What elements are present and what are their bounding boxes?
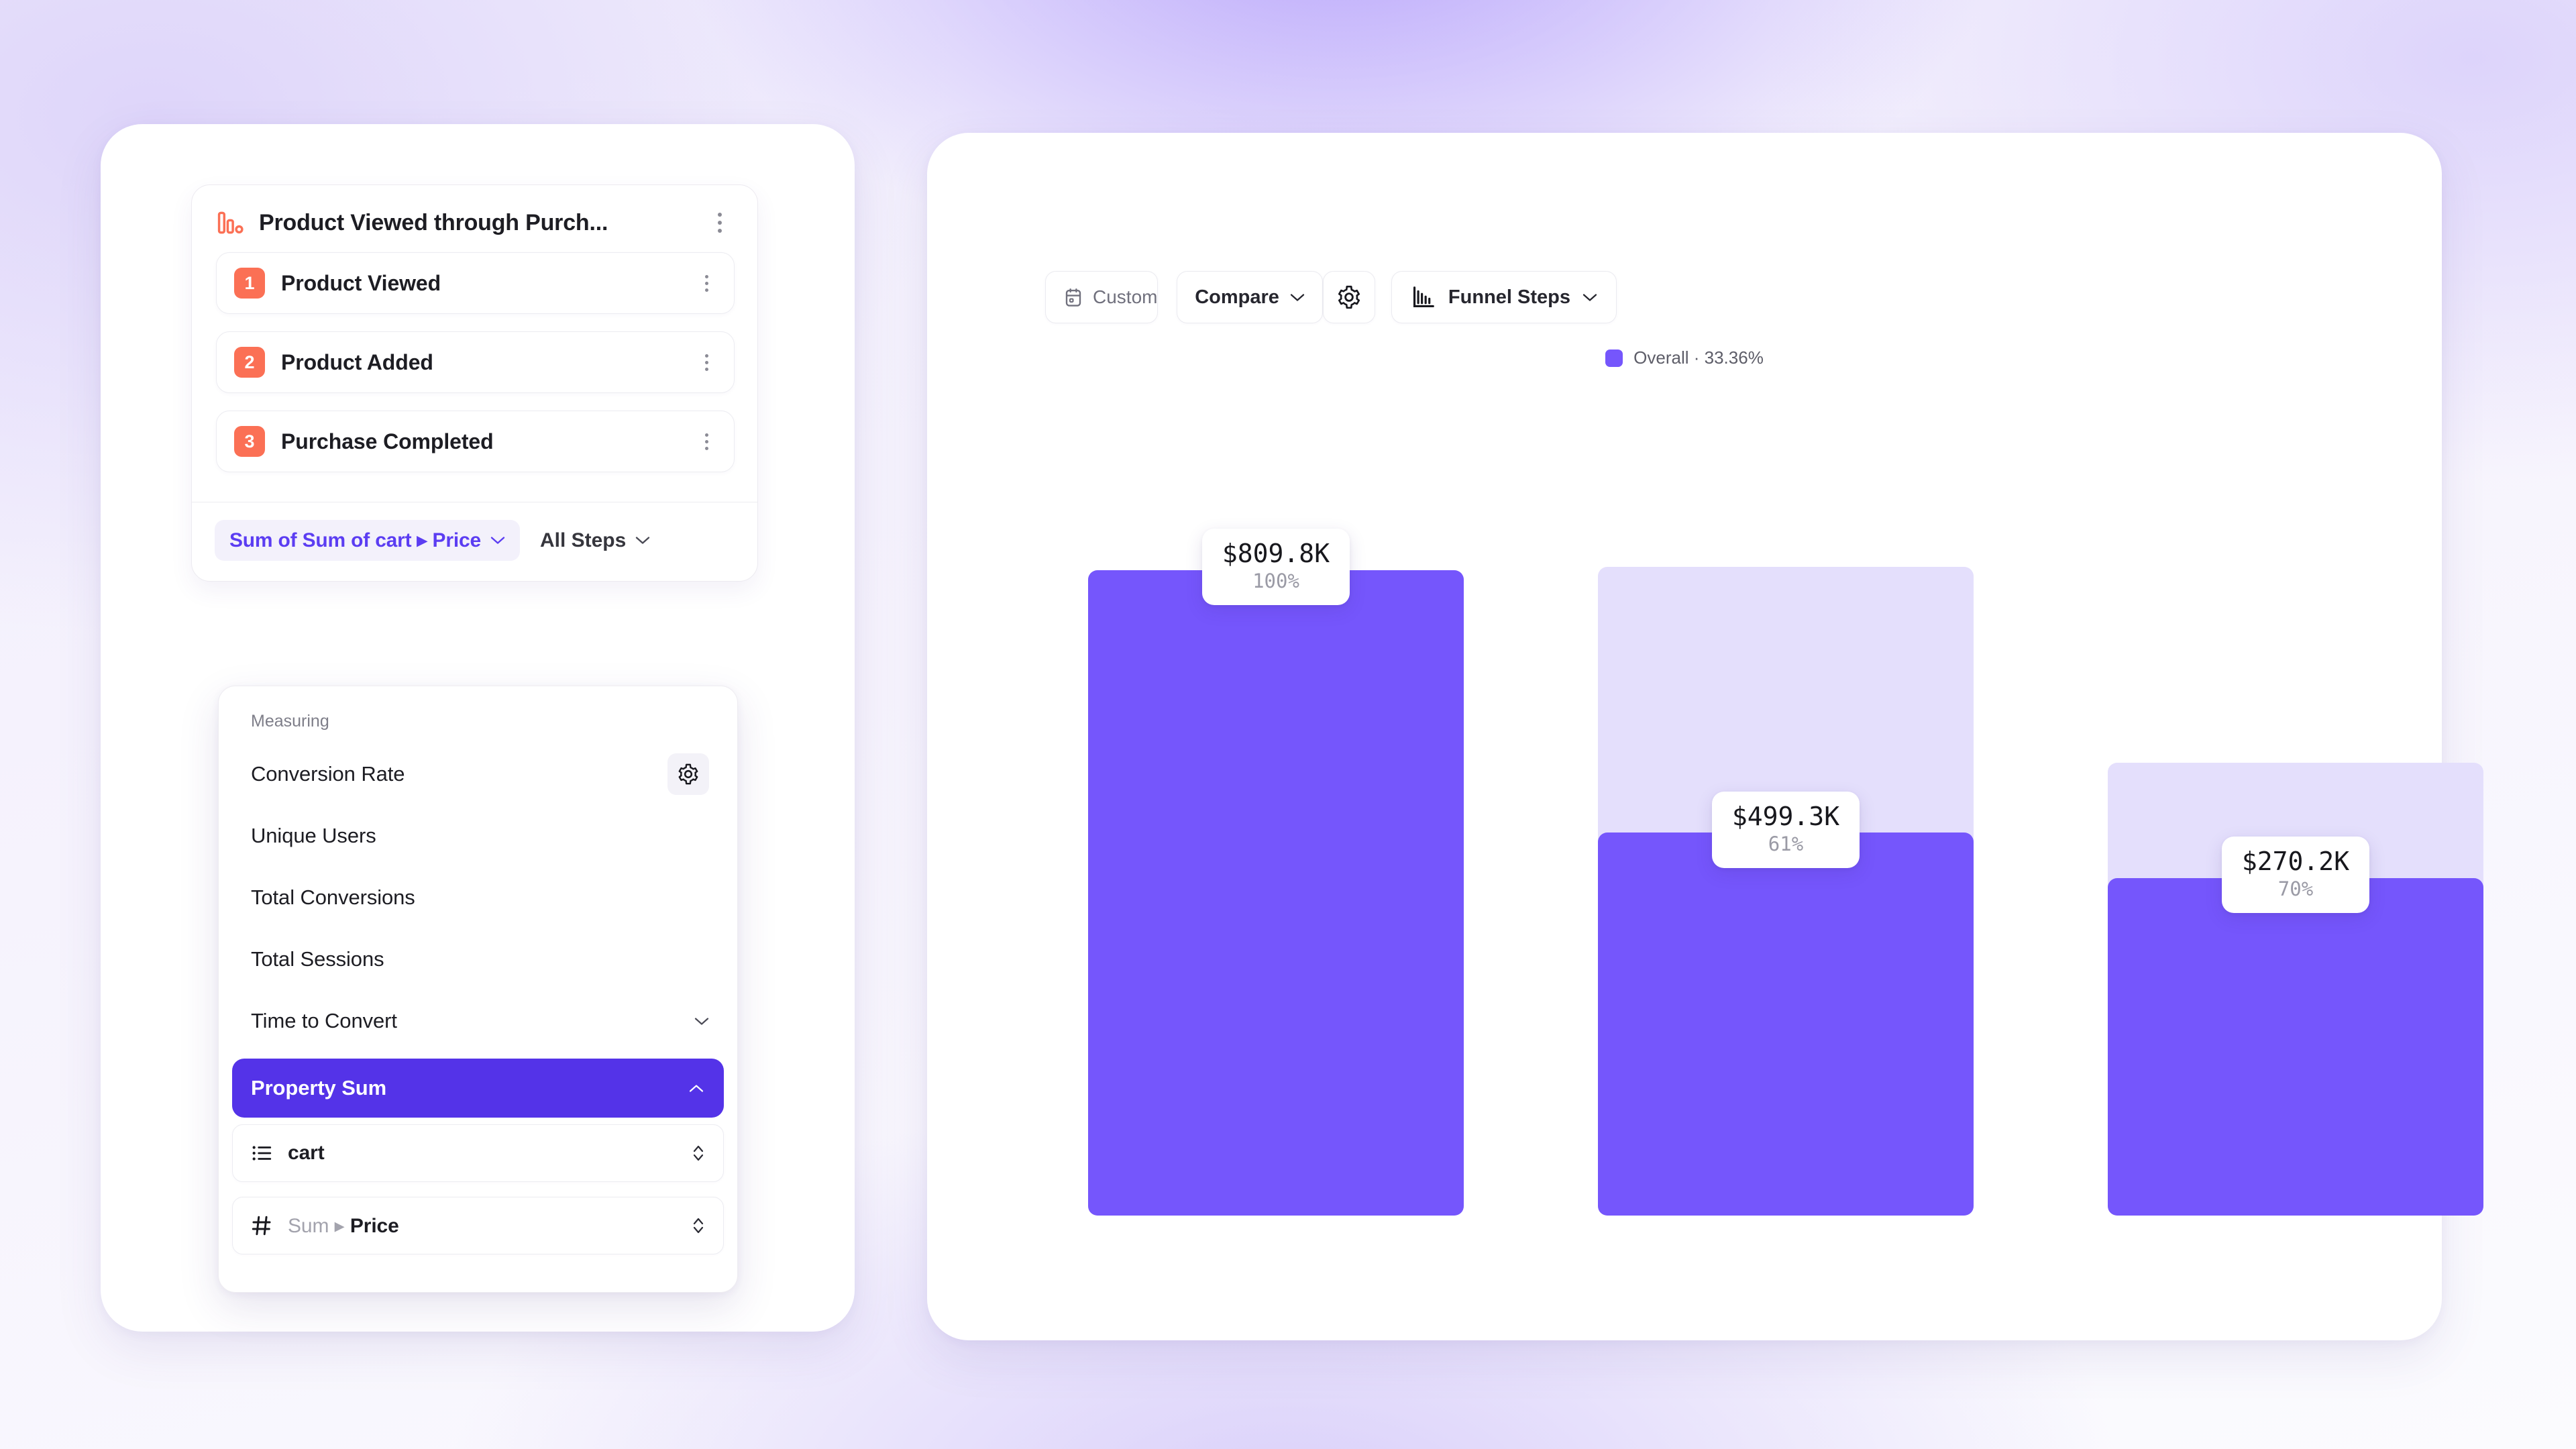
conversion-rate-settings-button[interactable] [667,753,709,795]
property-field-name: Price [350,1214,399,1237]
funnel-step-3[interactable]: 3 Purchase Completed [216,411,735,472]
step-label: Product Added [281,350,433,374]
metric-dropdown-menu: Measuring Conversion Rate Unique Users T… [218,686,738,1293]
metric-selector-row: Sum of Sum of cart ▸ Price All Steps [192,502,757,581]
gear-icon [678,763,698,785]
kebab-dot [704,354,708,358]
kebab-dot [704,360,708,364]
menu-item-total-sessions[interactable]: Total Sessions [219,928,737,990]
menu-item-label: Time to Convert [251,1009,397,1032]
funnel-bar-3[interactable]: $270.2K 70% [2108,763,2483,1216]
kebab-dot [718,221,722,225]
kebab-dot [718,229,722,233]
menu-section-label: Measuring [251,712,329,731]
menu-item-total-conversions[interactable]: Total Conversions [219,867,737,928]
property-field[interactable]: Sum ▸ Price [232,1197,724,1254]
bar-value-tooltip-2: $499.3K 61% [1712,791,1860,868]
funnel-card-header: Product Viewed through Purch... [192,185,757,252]
bar-value-label: $499.3K [1731,801,1840,831]
funnel-steps-list: 1 Product Viewed 2 Product Added 3 Purch… [192,252,757,498]
step-label: Product Viewed [281,270,441,295]
list-icon [252,1146,272,1161]
step-menu-button[interactable] [694,429,719,454]
bar-percent-label: 61% [1768,833,1804,856]
menu-item-label: Total Sessions [251,947,384,971]
step-label: Purchase Completed [281,429,494,453]
kebab-dot [704,439,708,443]
bar-percent-label: 70% [2277,877,2314,901]
menu-item-label: Property Sum [251,1076,387,1099]
menu-item-unique-users[interactable]: Unique Users [219,805,737,867]
kebab-dot [704,288,708,292]
step-number-badge: 1 [234,268,265,299]
steps-scope-selector[interactable]: All Steps [525,521,665,561]
menu-item-label: Unique Users [251,824,376,847]
bar-chart-icon [217,211,244,234]
kebab-dot [718,213,722,217]
chevron-down-icon [490,537,505,544]
property-field-value: Sum ▸ Price [288,1214,676,1238]
metric-selector[interactable]: Sum of Sum of cart ▸ Price [215,520,520,561]
bar-value-tooltip-1: $809.8K 100% [1202,528,1350,605]
bar-value-fill [1088,570,1464,1216]
hash-icon [252,1216,271,1236]
step-menu-button[interactable] [694,270,719,296]
chevron-up-icon [689,1084,704,1092]
bar-value-label: $809.8K [1222,538,1330,568]
funnel-step-1[interactable]: 1 Product Viewed [216,252,735,314]
property-field-prefix: Sum ▸ [288,1214,350,1237]
menu-item-label: Conversion Rate [251,762,405,786]
funnel-card-menu-button[interactable] [705,208,735,237]
menu-item-property-sum[interactable]: Property Sum [232,1059,724,1118]
funnel-definition-card: Product Viewed through Purch... 1 Produc… [191,184,758,582]
step-menu-button[interactable] [694,350,719,375]
kebab-dot [704,367,708,371]
bar-value-tooltip-3: $270.2K 70% [2222,836,2369,913]
menu-item-conversion-rate[interactable]: Conversion Rate [219,743,737,805]
chevron-down-icon [694,1017,709,1025]
bar-value-fill [2108,878,2483,1216]
select-arrows-icon [693,1145,704,1161]
kebab-dot [704,446,708,450]
step-number-badge: 2 [234,347,265,378]
metric-selector-label: Sum of Sum of cart ▸ Price [229,529,481,551]
property-object-value: cart [288,1142,325,1164]
property-object-field[interactable]: cart [232,1124,724,1182]
kebab-dot [704,281,708,285]
funnel-step-2[interactable]: 2 Product Added [216,331,735,393]
funnel-bar-1[interactable]: $809.8K 100% [1088,528,1464,1216]
bar-percent-label: 100% [1252,570,1299,593]
menu-item-time-to-convert[interactable]: Time to Convert [219,990,737,1052]
chevron-down-icon [636,537,650,544]
step-number-badge: 3 [234,426,265,457]
menu-item-label: Total Conversions [251,885,415,909]
kebab-dot [704,433,708,437]
kebab-dot [704,274,708,278]
select-arrows-icon [693,1218,704,1234]
page-title: Product Viewed through Purch... [259,209,608,235]
steps-scope-label: All Steps [539,529,627,551]
funnel-bar-2[interactable]: $499.3K 61% [1598,567,1974,1216]
bar-value-fill [1598,833,1974,1216]
funnel-bar-chart: $809.8K 100% $499.3K 61% $270.2K 70% [927,133,2483,1340]
bar-value-label: $270.2K [2241,846,2350,876]
